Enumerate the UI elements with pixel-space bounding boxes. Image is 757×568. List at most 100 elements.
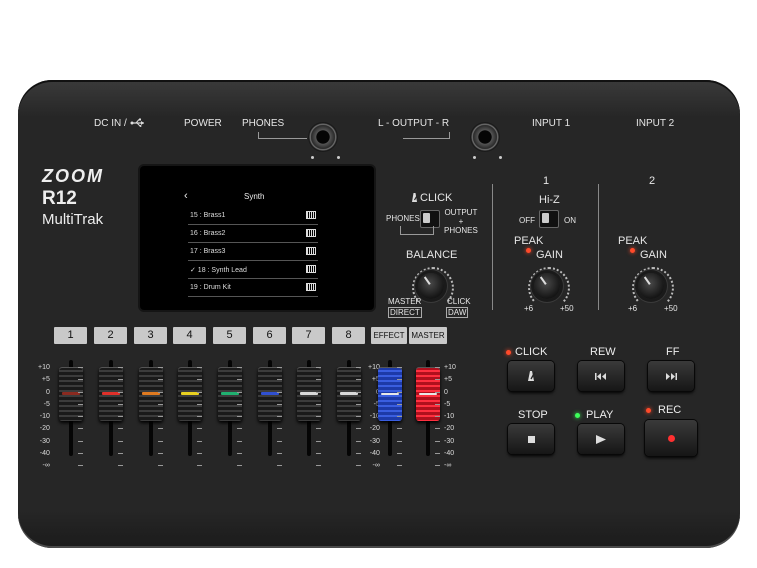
input2-gain-label: GAIN bbox=[640, 249, 667, 261]
stop-icon bbox=[527, 435, 535, 443]
click-button-label: CLICK bbox=[515, 346, 548, 358]
phones-label: PHONES bbox=[242, 118, 285, 129]
click-label: CLICK bbox=[420, 192, 453, 204]
direct-label: DIRECT bbox=[388, 307, 422, 318]
play-button[interactable] bbox=[578, 424, 624, 454]
section-divider bbox=[598, 184, 599, 310]
list-item-label: 17 : Brass3 bbox=[190, 248, 226, 255]
scale-label: +10 bbox=[38, 364, 50, 371]
fader-tick-marks bbox=[237, 367, 242, 478]
channel-button-5[interactable]: 5 bbox=[213, 327, 246, 344]
scale-label: -20 bbox=[39, 425, 50, 433]
piano-icon bbox=[306, 211, 316, 219]
scale-label: +5 bbox=[444, 376, 452, 384]
input2-peak-led bbox=[630, 248, 635, 253]
click-bracket bbox=[400, 226, 434, 235]
touch-screen[interactable]: ‹ Synth 15 : Brass1 16 : Brass2 17 : Bra… bbox=[140, 166, 374, 310]
screen-title: Synth bbox=[244, 192, 265, 201]
ff-button[interactable] bbox=[648, 361, 694, 391]
scale-label: -30 bbox=[39, 437, 50, 445]
effect-button[interactable]: EFFECT bbox=[371, 327, 407, 344]
input2-gain-knob[interactable] bbox=[638, 273, 664, 299]
back-icon[interactable]: ‹ bbox=[184, 190, 188, 202]
fader-scale: +10 +5 0 -5 -10 -20 -30 -40 -∞ bbox=[38, 362, 50, 473]
dc-in-label: DC IN / bbox=[94, 118, 127, 129]
input1-gain-label: GAIN bbox=[536, 249, 563, 261]
output-jack[interactable] bbox=[470, 122, 500, 152]
master-button[interactable]: MASTER bbox=[409, 327, 447, 344]
zoom-logo: ZOOM bbox=[42, 166, 104, 186]
stop-button-label: STOP bbox=[518, 409, 548, 421]
phones-bracket bbox=[258, 132, 307, 139]
channel-button-1[interactable]: 1 bbox=[54, 327, 87, 344]
fader-tick-marks bbox=[78, 367, 83, 478]
fast-forward-icon bbox=[666, 372, 677, 380]
rec-button[interactable] bbox=[645, 420, 697, 456]
channel-button-3[interactable]: 3 bbox=[134, 327, 167, 344]
scale-label: -40 bbox=[444, 450, 455, 458]
input1-gain-max: +50 bbox=[560, 304, 574, 313]
scale-label: -∞ bbox=[372, 462, 380, 470]
fader-tick-marks bbox=[158, 367, 163, 478]
stop-button[interactable] bbox=[508, 424, 554, 454]
input1-gain-knob[interactable] bbox=[534, 273, 560, 299]
list-item[interactable]: 16 : Brass2 bbox=[188, 225, 318, 243]
jack-marker bbox=[499, 156, 502, 159]
output-label: L - OUTPUT - R bbox=[378, 118, 450, 129]
phones-jack[interactable] bbox=[308, 122, 338, 152]
channel-button-8[interactable]: 8 bbox=[332, 327, 365, 344]
input2-gain-min: +6 bbox=[628, 304, 638, 313]
list-item[interactable]: 19 : Drum Kit bbox=[188, 279, 318, 297]
list-item-label: 15 : Brass1 bbox=[190, 212, 226, 219]
input2-gain-max: +50 bbox=[664, 304, 678, 313]
balance-label: BALANCE bbox=[406, 249, 458, 261]
scale-label: -30 bbox=[444, 437, 455, 445]
fader-tick-marks bbox=[277, 367, 282, 478]
piano-icon bbox=[306, 247, 316, 255]
fader-tick-marks bbox=[197, 367, 202, 478]
scale-label: -40 bbox=[369, 450, 380, 458]
scale-label: -20 bbox=[444, 425, 455, 433]
scale-label: -10 bbox=[39, 413, 50, 421]
scale-label: -∞ bbox=[444, 462, 452, 470]
scale-label: -10 bbox=[444, 413, 455, 421]
fader-tick-marks bbox=[435, 367, 440, 478]
fader-tick-marks bbox=[356, 367, 361, 478]
ff-button-label: FF bbox=[666, 346, 680, 358]
rewind-icon bbox=[595, 372, 606, 380]
balance-knob[interactable] bbox=[418, 273, 444, 299]
scale-label: -20 bbox=[369, 425, 380, 433]
scale-label: -5 bbox=[43, 400, 50, 408]
hiz-switch[interactable] bbox=[539, 210, 559, 228]
list-item-label: 16 : Brass2 bbox=[190, 230, 226, 237]
model-name: R12 bbox=[42, 188, 77, 209]
list-item[interactable]: 17 : Brass3 bbox=[188, 243, 318, 261]
list-item-label: ✓ 18 : Synth Lead bbox=[190, 267, 247, 274]
input1-peak-label: PEAK bbox=[514, 235, 544, 247]
input2-number: 2 bbox=[649, 175, 656, 187]
rew-button[interactable] bbox=[578, 361, 624, 391]
list-item-selected[interactable]: ✓ 18 : Synth Lead bbox=[188, 261, 318, 279]
channel-button-7[interactable]: 7 bbox=[292, 327, 325, 344]
channel-button-2[interactable]: 2 bbox=[94, 327, 127, 344]
rec-led bbox=[646, 408, 651, 413]
channel-button-6[interactable]: 6 bbox=[253, 327, 286, 344]
output-bracket bbox=[403, 132, 450, 139]
piano-icon bbox=[306, 229, 316, 237]
input1-number: 1 bbox=[543, 175, 550, 187]
channel-button-4[interactable]: 4 bbox=[173, 327, 206, 344]
scale-label: 0 bbox=[45, 388, 50, 396]
click-button[interactable] bbox=[508, 361, 554, 391]
scale-label: +5 bbox=[41, 376, 50, 384]
scale-label: -∞ bbox=[42, 462, 50, 470]
scale-label: -30 bbox=[369, 437, 380, 445]
jack-marker bbox=[473, 156, 476, 159]
click-small-label: CLICK bbox=[447, 297, 471, 306]
scale-label: 0 bbox=[444, 388, 448, 396]
record-icon bbox=[667, 434, 675, 442]
click-led bbox=[506, 350, 511, 355]
hiz-off-label: OFF bbox=[519, 216, 535, 225]
usb-icon bbox=[130, 118, 144, 127]
play-icon bbox=[596, 434, 606, 444]
list-item[interactable]: 15 : Brass1 bbox=[188, 207, 318, 225]
